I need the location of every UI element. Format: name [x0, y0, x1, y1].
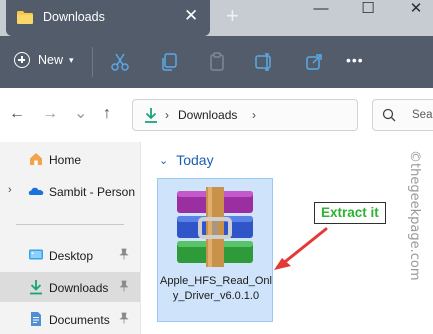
- watermark-text: ©thegeekpage.com: [407, 150, 422, 281]
- new-tab-button[interactable]: +: [226, 4, 239, 28]
- desktop-icon: [29, 249, 43, 260]
- chevron-right-icon[interactable]: ›: [8, 184, 12, 196]
- paste-icon[interactable]: [205, 50, 229, 74]
- new-button-label: New: [38, 53, 64, 67]
- chevron-down-icon[interactable]: ⌄: [159, 154, 168, 167]
- sidebar-item-label: Sambit - Person: [49, 185, 136, 199]
- download-icon: [30, 280, 42, 295]
- search-input[interactable]: Sear: [372, 99, 433, 131]
- new-button[interactable]: New ▾: [14, 52, 74, 68]
- sidebar-item-label: Desktop: [49, 249, 94, 263]
- search-placeholder: Sear: [412, 109, 433, 121]
- more-history-chevron-icon[interactable]: ⌄: [74, 105, 87, 123]
- sidebar-item-documents[interactable]: Documents: [0, 304, 140, 334]
- navigation-row: ← → ⌄ ↑ › Downloads › Sear: [0, 88, 433, 142]
- documents-icon: [31, 312, 41, 326]
- search-icon: [382, 108, 396, 122]
- file-list: ⌄ Today Apple_HFS_Read_Only_Driver_v6.0.…: [140, 142, 433, 334]
- command-bar: New ▾ •••: [0, 36, 433, 88]
- cut-icon[interactable]: [108, 50, 132, 74]
- rename-icon[interactable]: [252, 50, 276, 74]
- navigation-pane: Home › Sambit - Person Desktop Downloads…: [0, 142, 140, 334]
- winrar-archive-icon: [177, 187, 253, 267]
- address-bar[interactable]: › Downloads ›: [132, 99, 358, 131]
- watermark: ©thegeekpage.com: [402, 150, 428, 300]
- sidebar-item-label: Home: [49, 153, 82, 167]
- file-item[interactable]: Apple_HFS_Read_Only_Driver_v6.0.1.0: [157, 178, 273, 322]
- minimize-button[interactable]: —: [306, 0, 336, 20]
- copy-icon[interactable]: [157, 50, 181, 74]
- group-label: Today: [176, 152, 214, 168]
- sidebar-item-label: Downloads: [49, 281, 109, 295]
- maximize-button[interactable]: ☐: [353, 0, 383, 20]
- sidebar-item-label: Documents: [49, 313, 110, 327]
- sidebar-item-downloads[interactable]: Downloads: [0, 272, 140, 302]
- pin-icon[interactable]: [119, 248, 129, 260]
- toolbar-divider: [92, 47, 93, 77]
- tab-downloads[interactable]: Downloads ✕: [6, 0, 210, 36]
- up-button[interactable]: ↑: [103, 105, 111, 123]
- onedrive-cloud-icon: [28, 187, 44, 195]
- group-header-today[interactable]: ⌄ Today: [159, 152, 214, 168]
- chevron-right-icon[interactable]: ›: [165, 108, 169, 122]
- pin-icon[interactable]: [119, 312, 129, 324]
- tab-title: Downloads: [43, 10, 105, 24]
- share-icon[interactable]: [302, 50, 326, 74]
- pin-icon[interactable]: [119, 280, 129, 292]
- download-icon: [145, 108, 157, 123]
- close-window-button[interactable]: ✕: [401, 0, 431, 20]
- folder-icon: [17, 11, 33, 24]
- more-icon[interactable]: •••: [346, 52, 370, 76]
- back-button[interactable]: ←: [9, 105, 25, 123]
- home-icon: [30, 153, 42, 165]
- sidebar-item-home[interactable]: Home: [0, 144, 140, 174]
- title-bar: Downloads ✕ + — ☐ ✕: [0, 0, 433, 36]
- sidebar-divider: [16, 224, 124, 225]
- chevron-down-icon: ▾: [69, 54, 74, 65]
- breadcrumb[interactable]: Downloads: [178, 108, 237, 122]
- sidebar-item-onedrive[interactable]: › Sambit - Person: [0, 176, 140, 206]
- file-name: Apple_HFS_Read_Only_Driver_v6.0.1.0: [160, 275, 272, 302]
- plus-icon: [14, 52, 30, 68]
- annotation-callout: Extract it: [314, 202, 386, 224]
- sidebar-item-desktop[interactable]: Desktop: [0, 240, 140, 270]
- chevron-right-icon[interactable]: ›: [252, 108, 256, 122]
- close-tab-icon[interactable]: ✕: [184, 6, 198, 26]
- forward-button[interactable]: →: [42, 105, 58, 123]
